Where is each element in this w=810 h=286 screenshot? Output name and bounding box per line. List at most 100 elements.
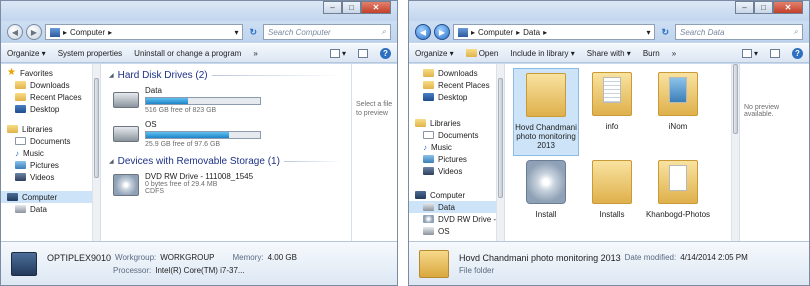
preview-pane-icon[interactable]	[770, 48, 780, 58]
view-options-button[interactable]: ▾	[741, 48, 758, 58]
address-dropdown-icon[interactable]: ▾	[234, 28, 238, 37]
nav-scroll-thumb[interactable]	[94, 78, 99, 178]
computer-icon	[7, 193, 18, 201]
drive-icon	[15, 205, 26, 213]
document-preview	[603, 77, 621, 103]
folder-item[interactable]: iNom	[645, 68, 711, 156]
nav-label: Music	[431, 142, 452, 152]
nav-desktop[interactable]: Desktop	[1, 103, 100, 115]
folder-icon	[419, 249, 449, 278]
organize-button[interactable]: Organize ▾	[7, 49, 46, 58]
group-hard-disk-drives[interactable]: ◢ Hard Disk Drives (2)	[109, 68, 343, 82]
breadcrumb-data[interactable]: Data	[523, 28, 540, 37]
help-icon[interactable]: ?	[792, 47, 803, 59]
nav-data[interactable]: Data	[1, 203, 100, 215]
refresh-icon[interactable]: ↻	[246, 27, 260, 38]
desktop-icon	[423, 93, 434, 101]
search-input[interactable]: Search Computer ⌕	[263, 24, 391, 40]
address-dropdown-icon[interactable]: ▾	[646, 28, 650, 37]
drive-item-dvd[interactable]: DVD RW Drive - 111008_1545 0 bytes free …	[109, 168, 343, 198]
close-button[interactable]: ✕	[773, 1, 803, 14]
uninstall-program-button[interactable]: Uninstall or change a program	[134, 49, 241, 58]
nav-os[interactable]: OS	[409, 225, 504, 237]
nav-pictures[interactable]: Pictures	[1, 159, 100, 171]
system-properties-button[interactable]: System properties	[58, 49, 122, 58]
open-button[interactable]: Open	[465, 49, 498, 58]
search-input[interactable]: Search Data ⌕	[675, 24, 803, 40]
preview-pane: No preview available.	[739, 64, 809, 241]
back-button[interactable]: ◀	[415, 24, 431, 40]
folder-item[interactable]: Installs	[579, 156, 645, 244]
nav-music[interactable]: ♪ Music	[409, 141, 504, 153]
refresh-icon[interactable]: ↻	[658, 27, 672, 38]
videos-icon	[423, 167, 434, 175]
nav-recent-places[interactable]: Recent Places	[1, 91, 100, 103]
nav-favorites[interactable]: ★ Favorites	[1, 67, 100, 79]
nav-label: DVD RW Drive -	[438, 214, 497, 224]
files-scroll-thumb[interactable]	[733, 64, 738, 134]
nav-data[interactable]: Data	[409, 201, 504, 213]
minimize-button[interactable]: –	[323, 1, 342, 14]
downloads-icon	[423, 69, 434, 77]
nav-downloads[interactable]: Downloads	[1, 79, 100, 91]
address-bar[interactable]: ▸ Computer ▸ ▾	[45, 24, 244, 40]
organize-button[interactable]: Organize ▾	[415, 49, 454, 58]
processor-label: Processor:	[113, 265, 152, 275]
nav-computer[interactable]: Computer	[409, 189, 504, 201]
maximize-button[interactable]: □	[754, 1, 773, 14]
search-placeholder: Search Computer	[268, 27, 331, 37]
libraries-icon	[415, 119, 426, 127]
nav-videos[interactable]: Videos	[1, 171, 100, 183]
folder-item[interactable]: info	[579, 68, 645, 156]
help-icon[interactable]: ?	[380, 47, 391, 59]
nav-pictures[interactable]: Pictures	[409, 153, 504, 165]
files-scrollbar[interactable]	[731, 64, 739, 241]
navigation-pane: Downloads Recent Places Desktop Librarie…	[409, 64, 505, 241]
address-bar[interactable]: ▸ Computer ▸ Data ▸ ▾	[453, 24, 656, 40]
minimize-button[interactable]: –	[735, 1, 754, 14]
drive-item-data[interactable]: Data 516 GB free of 823 GB	[109, 82, 343, 116]
nav-libraries[interactable]: Libraries	[1, 123, 100, 135]
nav-desktop[interactable]: Desktop	[409, 91, 504, 103]
music-icon: ♪	[15, 148, 19, 158]
more-commands-button[interactable]: »	[253, 49, 257, 58]
processor-value: Intel(R) Core(TM) i7-37...	[155, 265, 245, 275]
nav-computer[interactable]: Computer	[1, 191, 100, 203]
folder-item[interactable]: Install	[513, 156, 579, 244]
drive-item-os[interactable]: OS 25.9 GB free of 97.6 GB	[109, 116, 343, 150]
preview-pane-icon[interactable]	[358, 48, 368, 58]
burn-button[interactable]: Burn	[643, 49, 660, 58]
maximize-button[interactable]: □	[342, 1, 361, 14]
nav-music[interactable]: ♪ Music	[1, 147, 100, 159]
include-in-library-button[interactable]: Include in library ▾	[510, 49, 575, 58]
nav-dvd-drive[interactable]: DVD RW Drive -	[409, 213, 504, 225]
computer-icon	[11, 251, 37, 276]
close-button[interactable]: ✕	[361, 1, 391, 14]
breadcrumb-computer[interactable]: Computer	[70, 28, 105, 37]
windows-drive-icon	[423, 227, 434, 235]
nav-scrollbar[interactable]	[496, 64, 504, 241]
view-options-button[interactable]: ▾	[329, 48, 346, 58]
nav-scroll-thumb[interactable]	[498, 78, 503, 198]
forward-button[interactable]: ▶	[434, 24, 450, 40]
folder-item[interactable]: Khanbogd-Photos	[645, 156, 711, 244]
folder-item[interactable]: Hovd Chandmani photo monitoring 2013	[513, 68, 579, 156]
nav-recent-places[interactable]: Recent Places	[409, 79, 504, 91]
back-button[interactable]: ◀	[7, 24, 23, 40]
details-pane: Hovd Chandmani photo monitoring 2013 Dat…	[409, 241, 809, 285]
nav-documents[interactable]: Documents	[409, 129, 504, 141]
date-modified-value: 4/14/2014 2:05 PM	[680, 252, 748, 262]
breadcrumb-computer[interactable]: Computer	[478, 28, 513, 37]
more-commands-button[interactable]: »	[672, 49, 676, 58]
forward-button[interactable]: ▶	[26, 24, 42, 40]
nav-downloads[interactable]: Downloads	[409, 67, 504, 79]
nav-videos[interactable]: Videos	[409, 165, 504, 177]
nav-documents[interactable]: Documents	[1, 135, 100, 147]
nav-scrollbar[interactable]	[92, 64, 100, 241]
window-controls: – □ ✕	[323, 1, 391, 14]
group-removable-storage[interactable]: ◢ Devices with Removable Storage (1)	[109, 154, 343, 168]
nav-libraries[interactable]: Libraries	[409, 117, 504, 129]
collapse-icon: ◢	[109, 72, 114, 79]
share-with-button[interactable]: Share with ▾	[587, 49, 631, 58]
search-placeholder: Search Data	[680, 27, 725, 37]
